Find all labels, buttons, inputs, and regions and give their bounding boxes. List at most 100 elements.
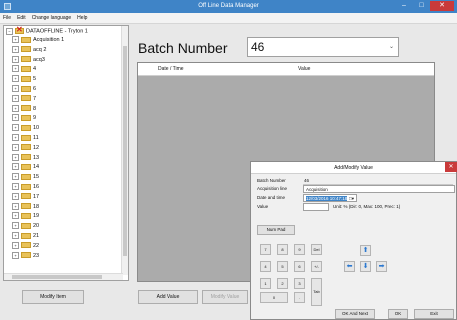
exit-button[interactable]: Exit	[414, 309, 454, 319]
tree-item[interactable]: +17	[12, 192, 39, 202]
key-0[interactable]: 0	[260, 292, 288, 303]
key-8[interactable]: 8	[277, 244, 288, 255]
acquisition-tree[interactable]: − DATAOFFLINE - Tryton 1 + Acquisition 1 + a…	[3, 25, 129, 281]
expand-icon[interactable]: +	[12, 75, 19, 83]
tree-item[interactable]: +14	[12, 163, 39, 172]
tree-item[interactable]: +7	[12, 94, 36, 104]
minimize-button[interactable]: –	[395, 1, 413, 11]
tree-item[interactable]: +6	[12, 85, 36, 94]
add-value-button[interactable]: Add Value	[138, 290, 198, 304]
value-input[interactable]	[303, 203, 329, 211]
expand-icon[interactable]: +	[12, 36, 19, 44]
tree-item[interactable]: +8	[12, 104, 36, 114]
tree-item[interactable]: +10	[12, 124, 39, 133]
folder-icon	[21, 144, 31, 151]
key-del[interactable]: Del	[311, 244, 322, 255]
tree-scroll-thumb[interactable]	[123, 46, 127, 256]
menu-edit[interactable]: Edit	[14, 13, 29, 23]
tree-vertical-scrollbar[interactable]	[121, 26, 128, 275]
expand-icon[interactable]: +	[12, 124, 19, 132]
expand-icon[interactable]: +	[12, 153, 19, 161]
tree-item[interactable]: +22	[12, 241, 39, 251]
expand-icon[interactable]: +	[12, 45, 19, 53]
key-3[interactable]: 3	[294, 278, 305, 289]
modify-value-button[interactable]: Modify Value	[202, 290, 248, 304]
tree-item[interactable]: +9	[12, 114, 36, 123]
folder-icon	[21, 46, 31, 53]
expand-icon[interactable]: +	[12, 212, 19, 220]
ok-and-next-button[interactable]: OK And Next	[335, 309, 375, 319]
expand-icon[interactable]: +	[12, 114, 19, 122]
tree-item[interactable]: +18	[12, 202, 39, 212]
key-7[interactable]: 7	[260, 244, 271, 255]
tree-item[interactable]: +13	[12, 153, 39, 163]
key-1[interactable]: 1	[260, 278, 271, 289]
menu-file[interactable]: File	[0, 13, 14, 23]
arrow-left-icon[interactable]: ⬅	[344, 261, 355, 272]
tree-item[interactable]: + acq 2	[12, 45, 46, 55]
num-pad-button[interactable]: Num Pad	[257, 225, 295, 235]
tree-item[interactable]: +15	[12, 173, 39, 182]
acquisition-line-field[interactable]: Acquisition	[303, 185, 455, 193]
column-date-time[interactable]: Date / Time	[158, 66, 184, 72]
key-dot[interactable]: .	[294, 292, 305, 303]
expand-icon[interactable]: +	[12, 232, 19, 240]
tree-item[interactable]: +16	[12, 183, 39, 192]
tree-item[interactable]: + Acquisition 1	[12, 36, 64, 45]
close-button[interactable]: ✕	[430, 1, 454, 11]
expand-icon[interactable]: +	[12, 202, 19, 210]
arrow-up-icon[interactable]: ⬆	[360, 245, 371, 256]
tree-root[interactable]: − DATAOFFLINE - Tryton 1	[6, 26, 88, 36]
expand-icon[interactable]: +	[12, 222, 19, 230]
key-2[interactable]: 2	[277, 278, 288, 289]
tree-hscroll-thumb[interactable]	[12, 275, 102, 279]
expand-icon[interactable]: +	[12, 192, 19, 200]
arrow-right-icon[interactable]: ➡	[376, 261, 387, 272]
chevron-down-icon[interactable]: ⌄	[389, 38, 394, 56]
key-9[interactable]: 9	[294, 244, 305, 255]
expand-icon[interactable]: +	[12, 65, 19, 73]
tree-item[interactable]: +5	[12, 75, 36, 84]
expand-icon[interactable]: +	[12, 183, 19, 191]
expand-icon[interactable]: +	[12, 163, 19, 171]
tree-item[interactable]: +19	[12, 212, 39, 221]
folder-icon	[21, 36, 31, 43]
tree-horizontal-scrollbar[interactable]	[4, 273, 123, 280]
expand-icon[interactable]: +	[12, 94, 19, 102]
batch-number-select[interactable]: 46 ⌄	[247, 37, 399, 57]
expand-icon[interactable]: +	[12, 241, 19, 249]
expand-icon[interactable]: +	[12, 104, 19, 112]
key-plus-minus[interactable]: +/-	[311, 261, 322, 272]
expand-icon[interactable]: +	[12, 85, 19, 93]
expand-icon[interactable]: +	[12, 134, 19, 142]
key-tab[interactable]: Tab	[311, 278, 322, 306]
tree-item[interactable]: +4	[12, 65, 36, 74]
tree-item[interactable]: +12	[12, 143, 39, 153]
expand-icon[interactable]: +	[12, 173, 19, 181]
calendar-dropdown-icon[interactable]: □▾	[349, 195, 354, 202]
key-6[interactable]: 6	[294, 261, 305, 272]
tree-item-label: 21	[33, 233, 40, 239]
dialog-close-button[interactable]: ✕	[445, 162, 457, 172]
expand-icon[interactable]: +	[12, 55, 19, 63]
column-value[interactable]: Value	[298, 66, 310, 72]
menu-help[interactable]: Help	[74, 13, 90, 23]
tree-item[interactable]: + acq3	[12, 55, 45, 65]
key-4[interactable]: 4	[260, 261, 271, 272]
date-time-picker[interactable]: 12/03/2016 10:47:18 □▾	[303, 194, 357, 202]
key-5[interactable]: 5	[277, 261, 288, 272]
ok-button[interactable]: OK	[388, 309, 408, 319]
expand-icon[interactable]: +	[12, 251, 19, 259]
dialog-acquisition-label: Acquisition line	[257, 186, 288, 191]
tree-item[interactable]: +20	[12, 222, 39, 231]
tree-item[interactable]: +11	[12, 134, 39, 143]
modify-item-button[interactable]: Modify Item	[22, 290, 84, 304]
arrow-down-icon[interactable]: ⬇	[360, 261, 371, 272]
expand-icon[interactable]: +	[12, 143, 19, 151]
menu-change-language[interactable]: Change language	[29, 13, 74, 23]
maximize-button[interactable]: □	[413, 1, 430, 11]
collapse-icon[interactable]: −	[6, 27, 13, 35]
tree-item[interactable]: +21	[12, 232, 39, 241]
tree-item[interactable]: +23	[12, 251, 39, 261]
value-unit-text: Unit: % (Dir: 0, Max: 100, Prec: 1)	[333, 204, 401, 209]
